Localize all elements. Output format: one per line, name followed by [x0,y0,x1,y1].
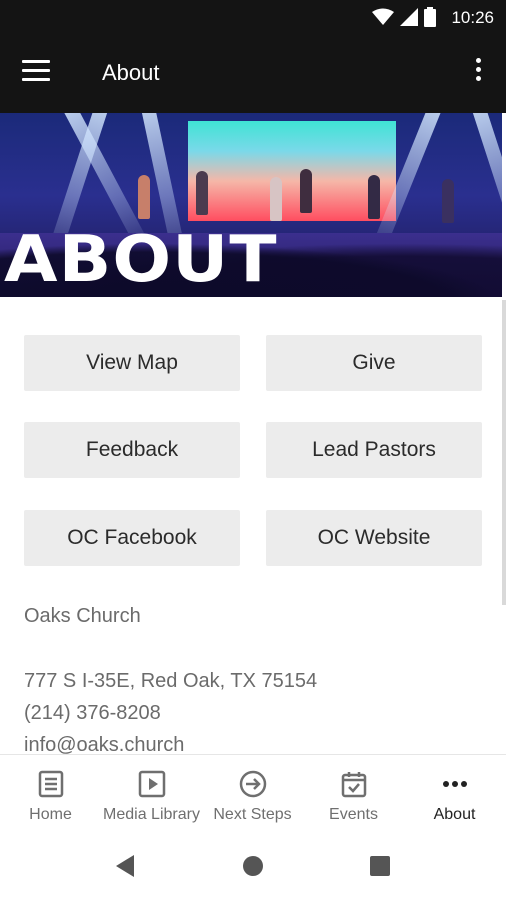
system-navigation-bar [0,834,506,900]
nav-media-library[interactable]: Media Library [101,755,202,835]
hamburger-menu-icon[interactable] [22,60,54,88]
view-map-button[interactable]: View Map [24,335,240,391]
events-icon [341,772,366,798]
feedback-button[interactable]: Feedback [24,422,240,478]
oc-facebook-button[interactable]: OC Facebook [24,510,240,566]
church-name: Oaks Church [24,605,141,627]
nav-home-label: Home [29,806,72,823]
church-phone[interactable]: (214) 376-8208 [24,702,161,725]
nav-home[interactable]: Home [0,755,101,835]
hero-stage-screen [188,121,396,221]
media-library-icon [138,770,165,798]
nav-media-library-label: Media Library [103,806,200,823]
wifi-icon [372,8,394,25]
battery-icon [424,7,436,27]
cell-signal-icon [400,8,418,26]
scrollbar[interactable] [502,300,506,605]
nav-next-steps-label: Next Steps [213,806,292,823]
give-button[interactable]: Give [266,335,482,391]
status-icons [372,7,436,27]
church-address[interactable]: 777 S I-35E, Red Oak, TX 75154 [24,670,317,693]
lead-pastors-button[interactable]: Lead Pastors [266,422,482,478]
nav-about-label: About [433,806,476,823]
home-icon [38,770,63,798]
status-time: 10:26 [451,8,494,27]
nav-events[interactable]: Events [303,755,404,835]
home-circle-icon[interactable] [242,855,264,877]
recents-square-icon[interactable] [370,856,390,876]
nav-about[interactable]: About [404,755,505,835]
page-title: About [102,60,160,85]
bottom-navigation: Home Media Library Next Steps Events Abo… [0,754,506,834]
nav-next-steps[interactable]: Next Steps [202,755,303,835]
status-bar: 10:26 [0,0,506,36]
app-bar: About [0,36,506,113]
hero-title: ABOUT [4,223,278,297]
overflow-menu-icon[interactable] [470,58,486,88]
next-steps-icon [239,770,266,798]
more-dots-icon [442,781,467,787]
church-email[interactable]: info@oaks.church [24,734,184,754]
oc-website-button[interactable]: OC Website [266,510,482,566]
nav-events-label: Events [329,806,378,823]
back-icon[interactable] [114,854,136,878]
